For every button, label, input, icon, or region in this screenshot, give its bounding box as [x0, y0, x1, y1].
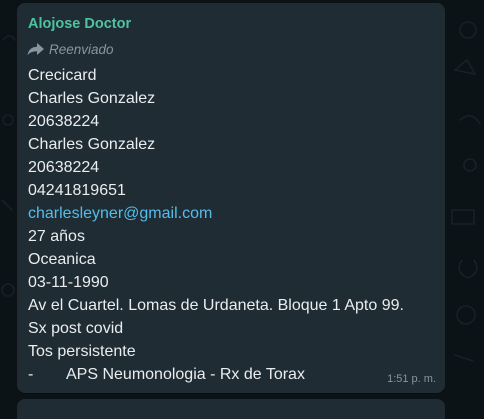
message-line: Crecicard: [28, 67, 97, 84]
forwarded-label: Reenviado: [49, 41, 114, 57]
message-line: - APS Neumonologia - Rx de Torax: [28, 363, 440, 386]
email-link[interactable]: charlesleyner@gmail.com: [28, 202, 440, 225]
message-line: 03-11-1990: [28, 274, 109, 291]
message-bubble[interactable]: Alojose Doctor Reenviado Crecicard Charl…: [17, 3, 445, 393]
message-line: Tos persistente: [28, 343, 136, 360]
phone-number[interactable]: 04241819651: [28, 179, 440, 202]
list-text: APS Neumonologia - Rx de Torax: [66, 366, 305, 383]
sender-name[interactable]: Alojose Doctor: [28, 16, 131, 32]
message-line: 27 años: [28, 228, 85, 245]
message-line: Sx post covid: [28, 320, 124, 337]
list-dash: -: [28, 366, 34, 383]
message-line: Charles Gonzalez: [28, 90, 156, 107]
message-text: Crecicard Charles Gonzalez 20638224 Char…: [28, 64, 440, 386]
message-line: 20638224: [28, 113, 100, 130]
forward-arrow-icon: [27, 43, 44, 56]
message-line: 20638224: [28, 159, 100, 176]
forwarded-indicator: Reenviado: [27, 40, 114, 58]
message-line: Oceanica: [28, 251, 96, 268]
message-line: Charles Gonzalez: [28, 136, 156, 153]
message-timestamp: 1:51 p. m.: [387, 373, 436, 385]
message-line: Av el Cuartel. Lomas de Urdaneta. Bloque…: [28, 297, 404, 314]
next-message-bubble[interactable]: [17, 399, 445, 419]
